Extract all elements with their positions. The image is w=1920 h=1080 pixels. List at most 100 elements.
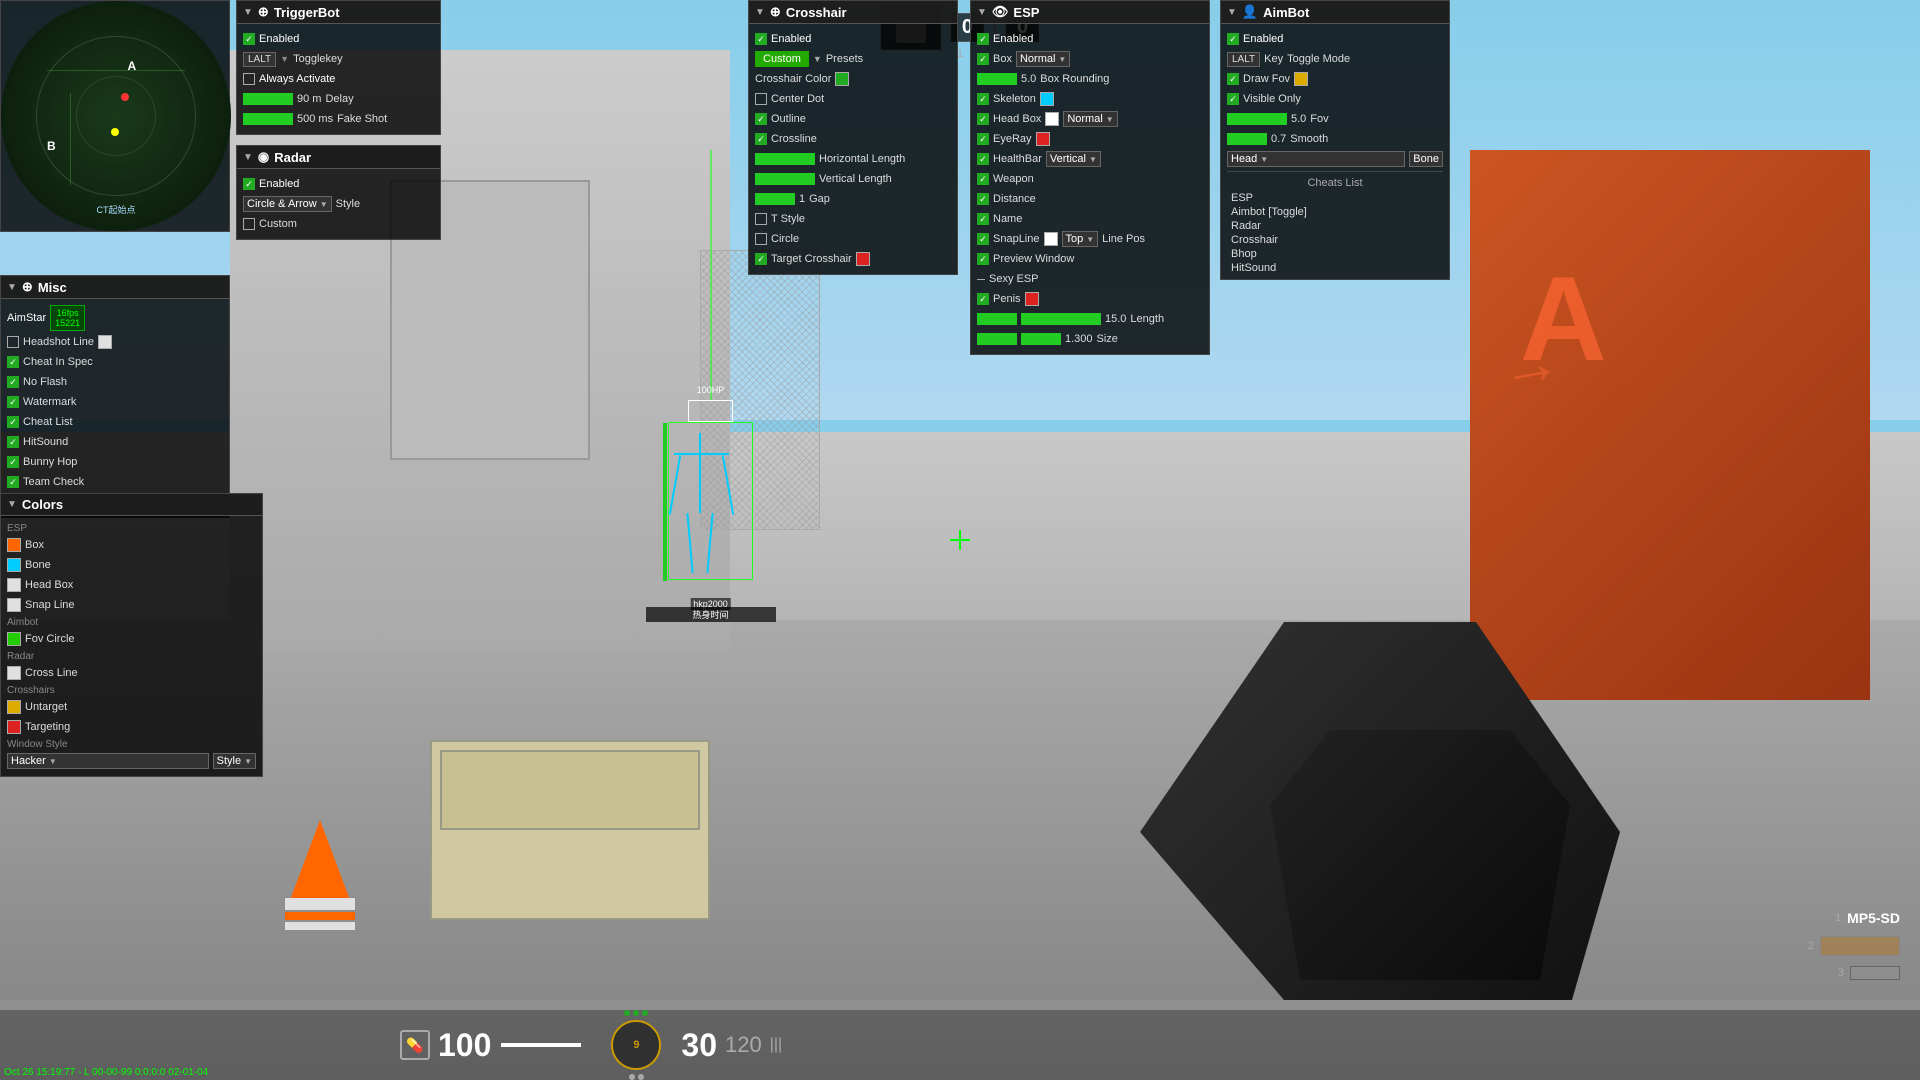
crosshair-custom-tab[interactable]: Custom [755,51,809,67]
triggerbot-delay-bar[interactable] [243,93,293,105]
aimbot-bone-target-dropdown[interactable]: Head ▼ [1227,151,1405,167]
colors-header: ▼ Colors [1,494,262,516]
crosshair-color-swatch[interactable] [835,72,849,86]
esp-penis-color[interactable] [1025,292,1039,306]
colors-crossline-swatch[interactable] [7,666,21,680]
crosshair-tstyle-checkbox[interactable] [755,213,767,225]
colors-headbox-swatch[interactable] [7,578,21,592]
crosshair-target-label: Target Crosshair [771,253,852,265]
crosshair-presets-tab[interactable]: Presets [826,53,863,65]
esp-snapline-color[interactable] [1044,232,1058,246]
crosshair-target-checkbox[interactable] [755,253,767,265]
cheat-item-radar[interactable]: Radar [1227,219,1443,233]
colors-snapline-label: Snap Line [25,599,75,611]
cheat-item-aimbot[interactable]: Aimbot [Toggle] [1227,205,1443,219]
esp-eyeray-checkbox[interactable] [977,133,989,145]
colors-box-swatch[interactable] [7,538,21,552]
esp-healthbar-dropdown[interactable]: Vertical ▼ [1046,151,1101,167]
cheat-item-crosshair[interactable]: Crosshair [1227,233,1443,247]
triggerbot-key-badge[interactable]: LALT [243,52,276,67]
misc-collapse-arrow[interactable]: ▼ [7,282,17,293]
esp-skeleton-checkbox[interactable] [977,93,989,105]
radar-style-dropdown[interactable]: Circle & Arrow ▼ [243,196,332,212]
crosshair-collapse-arrow[interactable]: ▼ [755,7,765,18]
aimbot-collapse-arrow[interactable]: ▼ [1227,7,1237,18]
misc-teamcheck-checkbox[interactable] [7,476,19,488]
esp-healthbar-checkbox[interactable] [977,153,989,165]
crosshair-gap-bar[interactable] [755,193,795,205]
radar-custom-checkbox[interactable] [243,218,255,230]
misc-bunnyhop-checkbox[interactable] [7,456,19,468]
misc-watermark-checkbox[interactable] [7,396,19,408]
triggerbot-always-checkbox[interactable] [243,73,255,85]
esp-headbox-checkbox[interactable] [977,113,989,125]
esp-previewwindow-checkbox[interactable] [977,253,989,265]
triggerbot-enabled-checkbox[interactable] [243,33,255,45]
colors-hacker-dropdown[interactable]: Hacker ▼ [7,753,209,769]
crosshair-color-row: Crosshair Color [755,70,951,88]
aimbot-bone-target-value: Head [1231,153,1257,165]
esp-headbox-dropdown[interactable]: Normal ▼ [1063,111,1117,127]
triggerbot-key-row: LALT ▼ Togglekey [243,50,434,68]
crosshair-body: Enabled Custom ▼ Presets Crosshair Color… [749,24,957,274]
cheat-item-esp[interactable]: ESP [1227,191,1443,205]
colors-targeting-swatch[interactable] [7,720,21,734]
misc-hitsound-row: HitSound [7,433,223,451]
aimbot-drawfov-color[interactable] [1294,72,1308,86]
colors-snapline-swatch[interactable] [7,598,21,612]
aimbot-drawfov-checkbox[interactable] [1227,73,1239,85]
esp-enabled-checkbox[interactable] [977,33,989,45]
cheat-item-bhop[interactable]: Bhop [1227,247,1443,261]
esp-box-dropdown[interactable]: Normal ▼ [1016,51,1070,67]
aimbot-visibleonly-checkbox[interactable] [1227,93,1239,105]
radar-sub-collapse-arrow[interactable]: ▼ [243,152,253,163]
misc-noflash-checkbox[interactable] [7,376,19,388]
esp-name-checkbox[interactable] [977,213,989,225]
colors-style-dropdown[interactable]: Style ▼ [213,753,256,769]
crosshair-enabled-checkbox[interactable] [755,33,767,45]
esp-length-bar[interactable] [1021,313,1101,325]
esp-eyeray-color[interactable] [1036,132,1050,146]
esp-skeleton-color[interactable] [1040,92,1054,106]
aimbot-key-badge[interactable]: LALT [1227,52,1260,67]
crosshair-hlength-bar[interactable] [755,153,815,165]
misc-headshot-color[interactable] [98,335,112,349]
triggerbot-collapse-arrow[interactable]: ▼ [243,7,253,18]
radar-enabled-checkbox[interactable] [243,178,255,190]
esp-snapline-pos-dropdown[interactable]: Top ▼ [1062,231,1099,247]
aimbot-bone-dropdown[interactable]: Bone [1409,151,1443,167]
misc-hitsound-checkbox[interactable] [7,436,19,448]
misc-headshot-checkbox[interactable] [7,336,19,348]
crosshair-vlength-bar[interactable] [755,173,815,185]
crosshair-target-color[interactable] [856,252,870,266]
esp-boxrounding-bar[interactable] [977,73,1017,85]
misc-cheatlist-label: Cheat List [23,416,73,428]
esp-box-label: Box [993,53,1012,65]
colors-body: ESP Box Bone Head Box Snap Line Aimbot F… [1,516,262,776]
crosshair-crossline-checkbox[interactable] [755,133,767,145]
crosshair-circle-checkbox[interactable] [755,233,767,245]
crosshair-centerdot-checkbox[interactable] [755,93,767,105]
esp-size-bar[interactable] [1021,333,1061,345]
colors-collapse-arrow[interactable]: ▼ [7,499,17,510]
colors-untarget-swatch[interactable] [7,700,21,714]
triggerbot-fakeshoot-bar[interactable] [243,113,293,125]
misc-cheatinspec-checkbox[interactable] [7,356,19,368]
triggerbot-body: Enabled LALT ▼ Togglekey Always Activate… [237,24,440,134]
esp-weapon-checkbox[interactable] [977,173,989,185]
esp-distance-checkbox[interactable] [977,193,989,205]
aimbot-enabled-checkbox[interactable] [1227,33,1239,45]
esp-snapline-checkbox[interactable] [977,233,989,245]
colors-bone-swatch[interactable] [7,558,21,572]
colors-fovcircle-swatch[interactable] [7,632,21,646]
esp-penis-checkbox[interactable] [977,293,989,305]
aimbot-fov-bar[interactable] [1227,113,1287,125]
misc-cheatlist-checkbox[interactable] [7,416,19,428]
round-dot-5 [638,1074,644,1080]
aimbot-smooth-bar[interactable] [1227,133,1267,145]
esp-headbox-color[interactable] [1045,112,1059,126]
esp-box-checkbox[interactable] [977,53,989,65]
cheat-item-hitsound[interactable]: HitSound [1227,261,1443,275]
crosshair-outline-checkbox[interactable] [755,113,767,125]
esp-collapse-arrow[interactable]: ▼ [977,7,987,18]
